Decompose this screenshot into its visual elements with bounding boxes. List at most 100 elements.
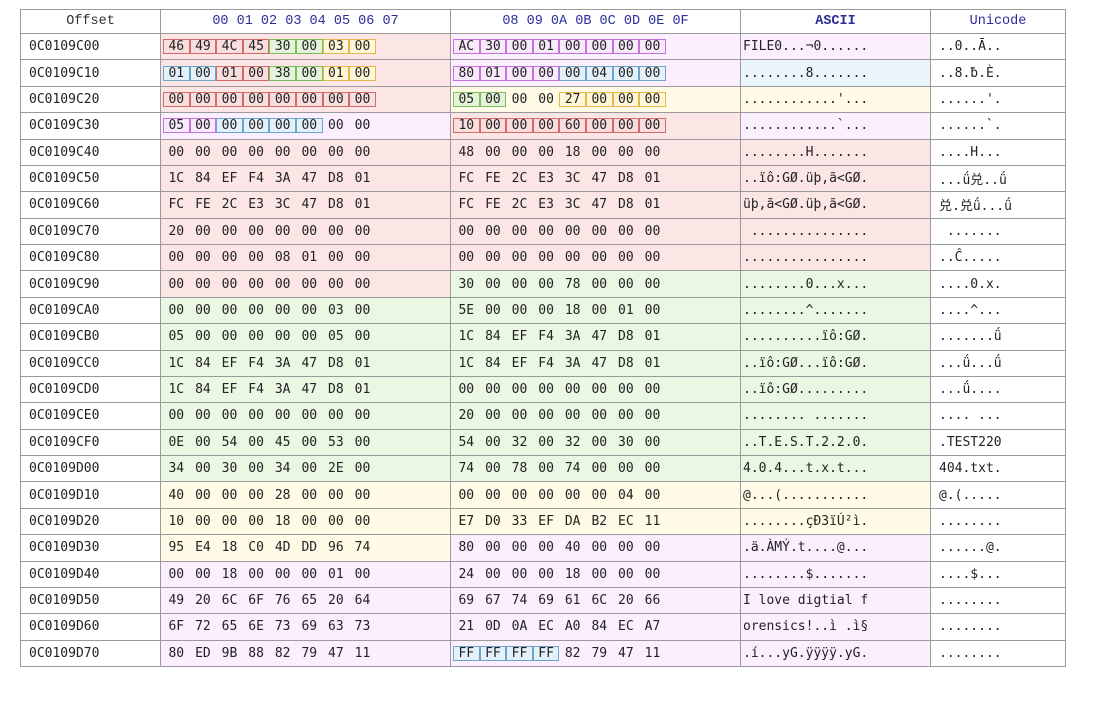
unicode-text[interactable]: ......@.: [930, 534, 1066, 562]
hex-bytes-left[interactable]: 20 00 00 00 00 00 00 00: [160, 217, 451, 246]
ascii-text[interactable]: @...(...........: [740, 481, 931, 509]
hex-bytes-left[interactable]: 1C 84 EF F4 3A 47 D8 01: [160, 349, 451, 377]
hex-byte[interactable]: FC: [453, 197, 480, 212]
hex-byte[interactable]: 40: [163, 488, 190, 503]
hex-byte[interactable]: F4: [243, 356, 270, 371]
hex-byte[interactable]: 01: [639, 171, 666, 186]
hex-byte[interactable]: 73: [349, 619, 376, 634]
hex-byte[interactable]: 5E: [453, 303, 480, 318]
hex-byte[interactable]: 00: [586, 250, 613, 265]
hex-byte[interactable]: 00: [190, 461, 217, 476]
unicode-text[interactable]: ..8.ƀ.Ѐ.: [930, 59, 1066, 87]
hex-byte[interactable]: 00: [479, 91, 507, 107]
hex-byte[interactable]: 00: [506, 277, 533, 292]
hex-byte[interactable]: 00: [295, 118, 323, 134]
hex-byte[interactable]: 00: [612, 39, 640, 55]
hex-byte[interactable]: 00: [295, 65, 323, 81]
hex-byte[interactable]: 01: [322, 65, 350, 81]
ascii-text[interactable]: 4.0.4...t.x.t...: [740, 454, 931, 483]
hex-byte[interactable]: 21: [453, 619, 480, 634]
hex-byte[interactable]: 2E: [323, 461, 350, 476]
hex-byte[interactable]: 00: [269, 567, 296, 582]
hex-byte[interactable]: 00: [533, 540, 560, 555]
hex-byte[interactable]: 00: [349, 514, 376, 529]
hex-byte[interactable]: E7: [453, 514, 480, 529]
hex-byte[interactable]: 20: [163, 224, 190, 239]
hex-bytes-right[interactable]: 80 01 00 00 00 04 00 00: [450, 59, 741, 87]
hex-byte[interactable]: B2: [586, 514, 613, 529]
hex-byte[interactable]: 6F: [163, 619, 190, 634]
hex-byte[interactable]: D8: [323, 356, 350, 371]
hex-byte[interactable]: EF: [216, 382, 243, 397]
unicode-text[interactable]: ........: [930, 639, 1066, 668]
hex-byte[interactable]: 00: [506, 92, 533, 107]
hex-byte[interactable]: 65: [216, 619, 243, 634]
hex-byte[interactable]: 00: [269, 329, 296, 344]
hex-byte[interactable]: 00: [216, 118, 243, 134]
hex-bytes-right[interactable]: 20 00 00 00 00 00 00 00: [450, 402, 741, 430]
hex-byte[interactable]: 05: [163, 118, 190, 134]
hex-byte[interactable]: 00: [349, 65, 376, 81]
hex-byte[interactable]: 00: [586, 277, 613, 292]
hex-byte[interactable]: 84: [480, 356, 507, 371]
hex-byte[interactable]: 00: [349, 91, 376, 107]
hex-byte[interactable]: 00: [349, 567, 376, 582]
hex-bytes-right[interactable]: 21 0D 0A EC A0 84 EC A7: [450, 613, 741, 641]
hex-bytes-right[interactable]: E7 D0 33 EF DA B2 EC 11: [450, 507, 741, 536]
hex-byte[interactable]: 00: [189, 91, 217, 107]
hex-byte[interactable]: 47: [586, 197, 613, 212]
unicode-text[interactable]: ......'.: [930, 85, 1066, 114]
hex-byte[interactable]: 47: [296, 356, 323, 371]
hex-byte[interactable]: 18: [269, 514, 296, 529]
unicode-text[interactable]: ...ǘ...ǘ: [930, 349, 1066, 377]
hex-byte[interactable]: 08: [269, 250, 296, 265]
hex-byte[interactable]: 03: [323, 303, 350, 318]
unicode-text[interactable]: 404.txt.: [930, 454, 1066, 483]
hex-byte[interactable]: 82: [269, 646, 296, 661]
hex-byte[interactable]: A0: [559, 619, 586, 634]
ascii-text[interactable]: ...............: [740, 217, 931, 246]
hex-byte[interactable]: 00: [296, 145, 323, 160]
hex-byte[interactable]: 69: [533, 593, 560, 608]
hex-byte[interactable]: 20: [613, 593, 640, 608]
hex-byte[interactable]: 47: [586, 171, 613, 186]
hex-bytes-right[interactable]: 24 00 00 00 18 00 00 00: [450, 560, 741, 588]
hex-bytes-left[interactable]: 00 00 18 00 00 00 01 00: [160, 560, 451, 588]
hex-byte[interactable]: 00: [506, 224, 533, 239]
hex-byte[interactable]: 00: [190, 408, 217, 423]
hex-byte[interactable]: 00: [613, 408, 640, 423]
hex-bytes-right[interactable]: 5E 00 00 00 18 00 01 00: [450, 296, 741, 325]
hex-byte[interactable]: 47: [613, 646, 640, 661]
hex-bytes-right[interactable]: 30 00 00 00 78 00 00 00: [450, 270, 741, 298]
hex-byte[interactable]: 00: [163, 567, 190, 582]
hex-byte[interactable]: 79: [586, 646, 613, 661]
hex-byte[interactable]: 00: [533, 224, 560, 239]
hex-byte[interactable]: 00: [216, 145, 243, 160]
hex-byte[interactable]: 00: [612, 91, 640, 107]
hex-byte[interactable]: 00: [586, 461, 613, 476]
hex-byte[interactable]: 00: [323, 250, 350, 265]
hex-byte[interactable]: 49: [163, 593, 190, 608]
hex-byte[interactable]: 24: [453, 567, 480, 582]
hex-byte[interactable]: 00: [242, 91, 270, 107]
hex-bytes-right[interactable]: 69 67 74 69 61 6C 20 66: [450, 586, 741, 615]
hex-byte[interactable]: 01: [349, 171, 376, 186]
hex-byte[interactable]: 3C: [559, 171, 586, 186]
ascii-text[interactable]: ........8.......: [740, 59, 931, 87]
hex-byte[interactable]: 3A: [269, 356, 296, 371]
hex-byte[interactable]: 00: [586, 488, 613, 503]
hex-byte[interactable]: 00: [163, 303, 190, 318]
hex-byte[interactable]: 64: [349, 593, 376, 608]
hex-byte[interactable]: 00: [559, 382, 586, 397]
hex-byte[interactable]: 4D: [269, 540, 296, 555]
hex-bytes-left[interactable]: 46 49 4C 45 30 00 03 00: [160, 32, 451, 61]
hex-byte[interactable]: 74: [559, 461, 586, 476]
hex-byte[interactable]: D0: [480, 514, 507, 529]
hex-byte[interactable]: 00: [269, 91, 296, 107]
ascii-text[interactable]: ............'...: [740, 85, 931, 114]
ascii-text[interactable]: ..........ïô:GØ.: [740, 323, 931, 351]
hex-byte[interactable]: E3: [533, 197, 560, 212]
hex-byte[interactable]: 20: [453, 408, 480, 423]
hex-byte[interactable]: 00: [163, 277, 190, 292]
hex-byte[interactable]: 01: [639, 356, 666, 371]
